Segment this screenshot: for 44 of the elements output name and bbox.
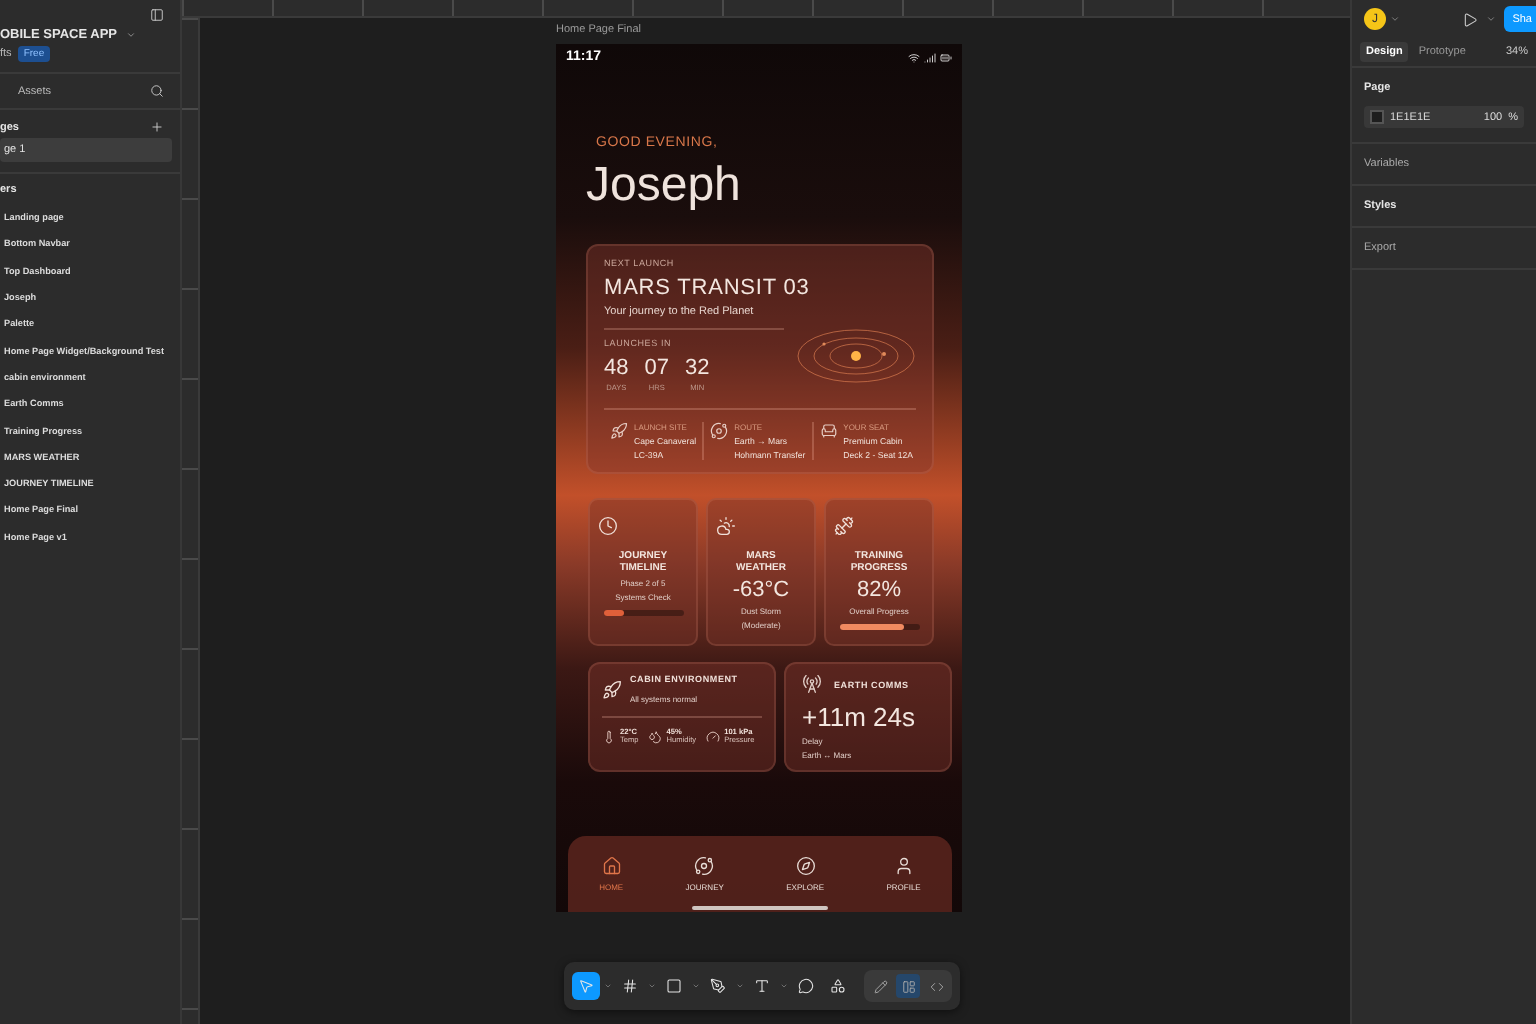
home-icon: [601, 856, 622, 876]
wifi-icon: [908, 51, 920, 63]
search-icon: [150, 84, 164, 98]
battery-icon: [940, 51, 952, 63]
pen-icon: [710, 978, 726, 994]
color-swatch: [1370, 110, 1384, 124]
play-icon: [1462, 11, 1479, 27]
widget-value: -63°C: [732, 578, 790, 602]
compass-icon: [795, 856, 816, 876]
user-name: Joseph: [586, 158, 743, 214]
caret-icon: [1486, 14, 1497, 24]
frame-icon: [622, 978, 638, 994]
rocket-icon: [610, 422, 628, 440]
seat-icon: [819, 422, 838, 440]
countdown-value: 32: [685, 356, 710, 380]
profile-icon: [893, 856, 914, 876]
countdown-value: 07: [644, 356, 669, 380]
droplets-icon: [648, 729, 663, 743]
gauge-icon: [706, 729, 721, 743]
code-icon: [929, 979, 943, 993]
text-icon: [754, 978, 770, 994]
mission-title: MARS TRANSIT 03: [604, 276, 812, 300]
orbit-icon: [710, 422, 729, 440]
thermometer-icon: [602, 729, 616, 743]
add-icon: [150, 120, 164, 134]
pointer-icon: [578, 978, 594, 994]
comms-delay: +11m 24s: [802, 702, 917, 732]
signal-icon: [924, 51, 936, 63]
caret-icon: [125, 30, 136, 40]
antenna-icon: [802, 674, 822, 694]
design-icon: [901, 979, 915, 993]
panel-toggle-icon: [150, 8, 164, 22]
clock-icon: [598, 516, 618, 536]
pencil-icon: [873, 979, 887, 993]
cloud-icon: [716, 516, 736, 536]
widget-value: 82%: [856, 578, 902, 602]
caret-icon: [1390, 14, 1400, 24]
planet-icon: [694, 856, 715, 876]
design-mode[interactable]: [896, 974, 920, 998]
countdown-value: 48: [604, 356, 629, 380]
rectangle-icon: [666, 978, 682, 994]
comment-icon: [798, 978, 814, 994]
pointer-tool[interactable]: [572, 972, 600, 1000]
components-icon: [830, 978, 846, 994]
